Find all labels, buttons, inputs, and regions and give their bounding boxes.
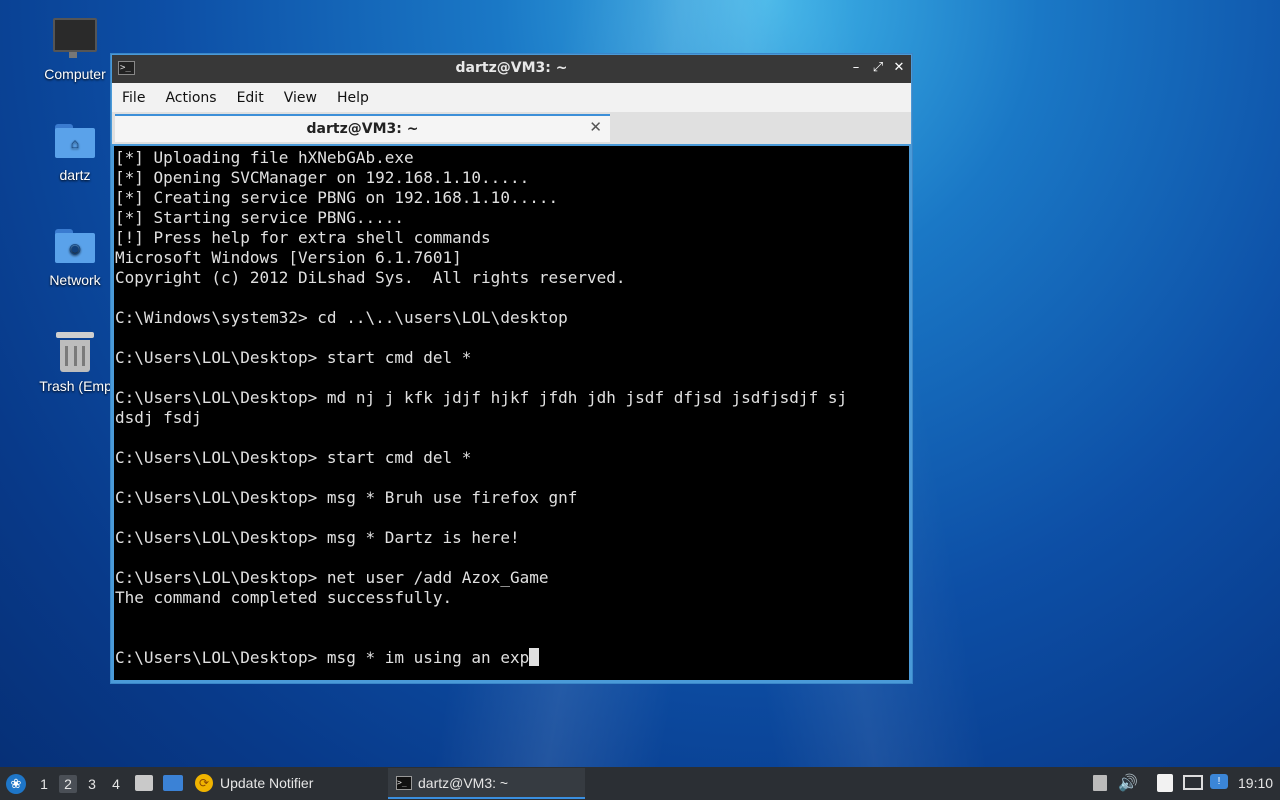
terminal-line: dsdj fsdj xyxy=(115,408,202,427)
terminal-icon: >_ xyxy=(396,776,412,790)
terminal-line: [!] Press help for extra shell commands xyxy=(115,228,491,247)
terminal-line: [*] Creating service PBNG on 192.168.1.1… xyxy=(115,188,559,207)
terminal-tab[interactable]: dartz@VM3: ~ ✕ xyxy=(115,114,610,142)
minimize-button[interactable]: – xyxy=(847,59,865,77)
clipboard-icon[interactable] xyxy=(1157,774,1173,792)
workspace-3[interactable]: 3 xyxy=(83,775,101,793)
terminal-line: [*] Starting service PBNG..... xyxy=(115,208,404,227)
network-folder-icon: ◉ xyxy=(55,229,95,263)
terminal-line: The command completed successfully. xyxy=(115,588,453,607)
terminal-line: Copyright (c) 2012 DiLshad Sys. All righ… xyxy=(115,268,626,287)
menu-view[interactable]: View xyxy=(274,83,327,106)
tab-bar: dartz@VM3: ~ ✕ xyxy=(112,112,911,144)
trash-icon xyxy=(56,332,94,372)
terminal-line: C:\Users\LOL\Desktop> msg * Bruh use fir… xyxy=(115,488,578,507)
window-titlebar[interactable]: >_ dartz@VM3: ~ – ⤢ ✕ xyxy=(112,55,911,83)
close-button[interactable]: ✕ xyxy=(890,59,908,77)
network-status-icon[interactable] xyxy=(1183,775,1203,790)
terminal-output[interactable]: [*] Uploading file hXNebGAb.exe [*] Openi… xyxy=(114,146,909,680)
taskbar-app-label: dartz@VM3: ~ xyxy=(418,775,509,791)
menu-bar: File Actions Edit View Help xyxy=(112,83,911,112)
file-manager-icon[interactable] xyxy=(135,775,153,791)
terminal-line: C:\Windows\system32> cd ..\..\users\LOL\… xyxy=(115,308,568,327)
home-folder-icon: ⌂ xyxy=(55,124,95,158)
menu-file[interactable]: File xyxy=(112,83,155,106)
start-menu-icon[interactable]: ❀ xyxy=(6,774,26,794)
workspace-2[interactable]: 2 xyxy=(59,775,77,793)
taskbar-app-label: Update Notifier xyxy=(220,775,314,791)
show-desktop-icon[interactable] xyxy=(163,775,183,791)
maximize-button[interactable]: ⤢ xyxy=(869,59,887,77)
text-cursor xyxy=(529,648,540,666)
clock[interactable]: 19:10 xyxy=(1238,767,1273,800)
window-title: dartz@VM3: ~ xyxy=(455,60,568,76)
terminal-prompt-line: C:\Users\LOL\Desktop> msg * im using an … xyxy=(115,648,909,668)
terminal-line: Microsoft Windows [Version 6.1.7601] xyxy=(115,248,462,267)
computer-icon xyxy=(53,18,97,58)
terminal-line: C:\Users\LOL\Desktop> msg * Dartz is her… xyxy=(115,528,520,547)
terminal-line: C:\Users\LOL\Desktop> md nj j kfk jdjf h… xyxy=(115,388,848,407)
volume-icon[interactable]: 🔊 xyxy=(1118,773,1138,793)
prompt-text: C:\Users\LOL\Desktop> msg * im using an … xyxy=(115,648,530,667)
terminal-line: [*] Opening SVCManager on 192.168.1.10..… xyxy=(115,168,530,187)
menu-actions[interactable]: Actions xyxy=(155,83,226,106)
taskbar-app-terminal[interactable]: >_ dartz@VM3: ~ xyxy=(388,768,585,799)
terminal-line: C:\Users\LOL\Desktop> start cmd del * xyxy=(115,348,472,367)
menu-edit[interactable]: Edit xyxy=(227,83,274,106)
workspace-1[interactable]: 1 xyxy=(35,775,53,793)
tab-label: dartz@VM3: ~ xyxy=(306,121,419,137)
terminal-window: >_ dartz@VM3: ~ – ⤢ ✕ File Actions Edit Vie… xyxy=(110,53,913,684)
menu-help[interactable]: Help xyxy=(327,83,379,106)
terminal-line: C:\Users\LOL\Desktop> start cmd del * xyxy=(115,448,472,467)
taskbar-app-update-notifier[interactable]: ⟳ Update Notifier xyxy=(190,768,380,799)
tab-close-icon[interactable]: ✕ xyxy=(589,118,602,136)
terminal-line: [*] Uploading file hXNebGAb.exe xyxy=(115,148,414,167)
update-notifier-icon: ⟳ xyxy=(195,774,213,792)
notification-icon[interactable]: ! xyxy=(1210,774,1228,789)
terminal-line: C:\Users\LOL\Desktop> net user /add Azox… xyxy=(115,568,549,587)
workspace-4[interactable]: 4 xyxy=(107,775,125,793)
taskbar: ❀ 1 2 3 4 ⟳ Update Notifier >_ dartz@VM3… xyxy=(0,767,1280,800)
eject-icon[interactable] xyxy=(1093,775,1107,791)
